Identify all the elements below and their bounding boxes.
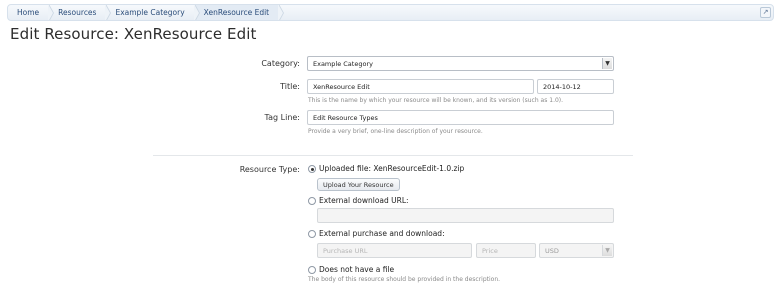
- title-hint: This is the name by which your resource …: [308, 97, 564, 104]
- breadcrumb: Home Resources Example Category XenResou…: [7, 4, 774, 21]
- no-file-label: Does not have a file: [319, 265, 395, 274]
- breadcrumb-resources[interactable]: Resources: [49, 5, 112, 20]
- tagline-label: Tag Line:: [264, 113, 300, 122]
- uploaded-file-label: Uploaded file: XenResourceEdit-1.0.zip: [319, 164, 465, 173]
- category-label: Category:: [261, 59, 300, 68]
- breadcrumb-category[interactable]: Example Category: [106, 5, 200, 20]
- external-url-radio[interactable]: [308, 197, 316, 205]
- title-input[interactable]: [307, 79, 534, 94]
- version-input[interactable]: [537, 79, 614, 94]
- tagline-hint: Provide a very brief, one-line descripti…: [308, 128, 483, 135]
- uploaded-file-radio[interactable]: [308, 165, 316, 173]
- purchase-url-input[interactable]: [317, 243, 472, 258]
- page-title: Edit Resource: XenResource Edit: [10, 25, 257, 43]
- chevron-down-icon: ▼: [602, 245, 612, 256]
- price-input[interactable]: [476, 243, 536, 258]
- external-purchase-radio[interactable]: [308, 230, 316, 238]
- title-label: Title:: [280, 82, 300, 91]
- upload-resource-button[interactable]: Upload Your Resource: [317, 178, 400, 191]
- tagline-input[interactable]: [307, 110, 614, 125]
- external-url-input[interactable]: [317, 208, 614, 223]
- category-select[interactable]: Example Category ▼: [307, 56, 614, 71]
- resource-type-label: Resource Type:: [239, 165, 300, 174]
- breadcrumb-home[interactable]: Home: [8, 5, 55, 20]
- currency-select[interactable]: USD ▼: [539, 243, 614, 258]
- currency-select-value: USD: [545, 246, 559, 255]
- external-url-label: External download URL:: [319, 196, 409, 205]
- external-purchase-label: External purchase and download:: [319, 229, 445, 238]
- section-divider: [153, 155, 633, 156]
- breadcrumb-current[interactable]: XenResource Edit: [194, 5, 285, 20]
- jump-arrow-icon[interactable]: ↗: [760, 7, 771, 18]
- no-file-radio[interactable]: [308, 266, 316, 274]
- category-select-value: Example Category: [313, 59, 373, 68]
- chevron-down-icon: ▼: [602, 58, 612, 69]
- no-file-hint: The body of this resource should be prov…: [308, 276, 501, 283]
